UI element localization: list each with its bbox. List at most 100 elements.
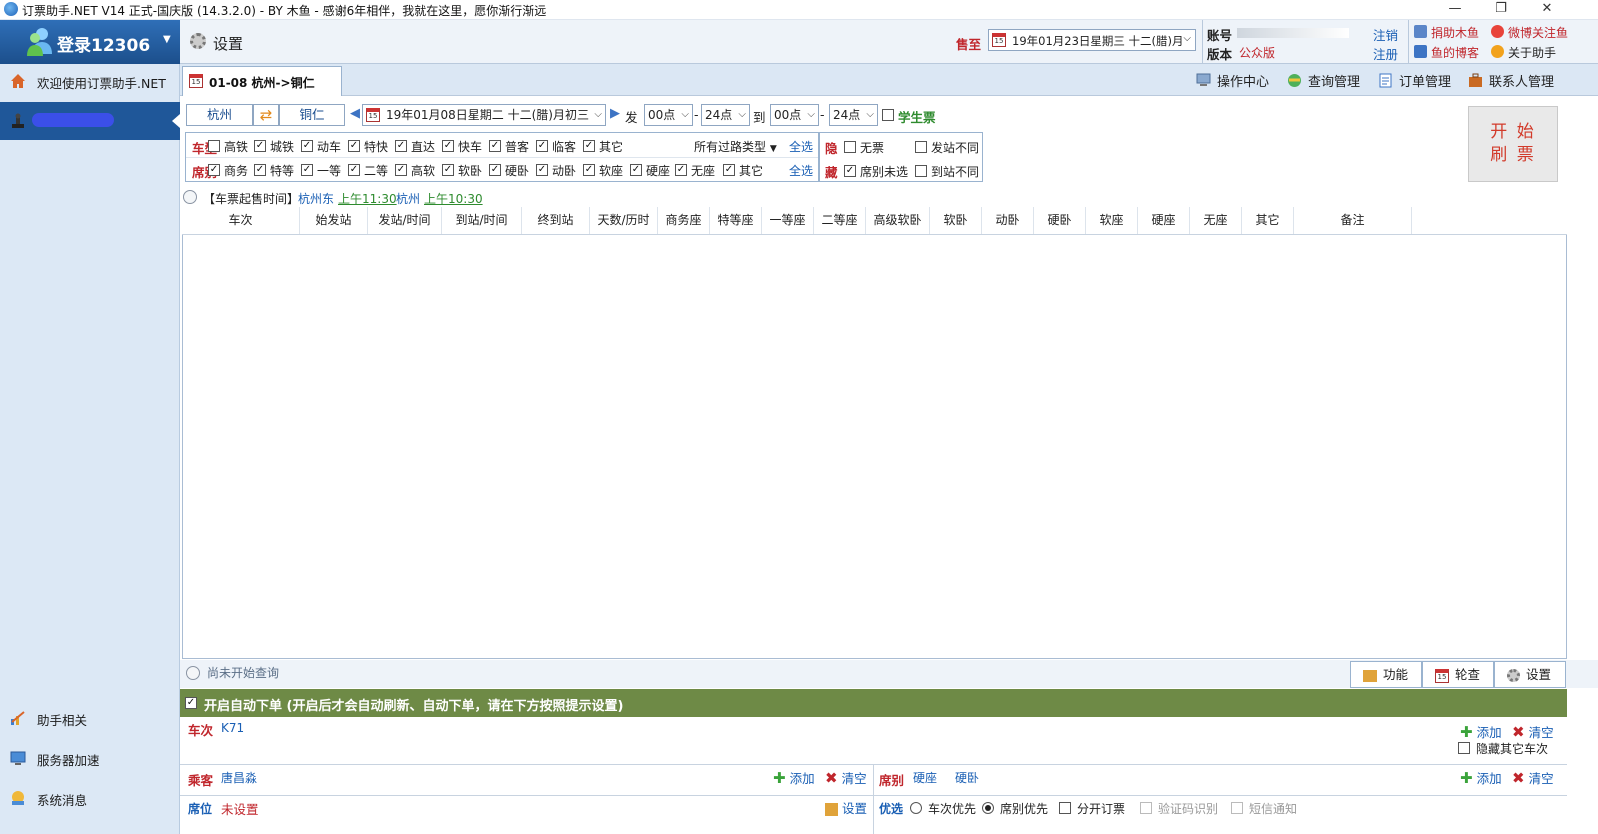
column-header[interactable]: 到站/时间 [442, 207, 522, 234]
column-header[interactable]: 特等座 [710, 207, 762, 234]
seat-class-checkbox[interactable]: ✓ [583, 164, 595, 176]
auto-order-checkbox[interactable]: ✓ [185, 697, 197, 709]
sms-checkbox[interactable] [1231, 802, 1243, 814]
logout-link[interactable]: 注销 [1373, 25, 1398, 44]
menu-query-management[interactable]: 查询管理 [1308, 71, 1360, 90]
depart-from-select[interactable]: 00点 ⌵ [644, 104, 693, 126]
prev-date-icon[interactable]: ◀ [350, 106, 360, 121]
login-button[interactable]: 登录12306 ▼ [0, 20, 180, 64]
hide-seat-unselected-checkbox[interactable]: ✓ [844, 165, 856, 177]
seat-class-checkbox[interactable]: ✓ [630, 164, 642, 176]
column-header[interactable]: 硬座 [1138, 207, 1190, 234]
route-type-select[interactable]: 所有过路类型 ▼ [694, 138, 777, 155]
priority-seat-radio[interactable] [982, 802, 994, 814]
seat-class-checkbox[interactable]: ✓ [301, 164, 313, 176]
type-select-all-link[interactable]: 全选 [789, 138, 813, 155]
train-type-checkbox[interactable]: ✓ [254, 140, 266, 152]
seat-clear-button[interactable]: ✖ 清空 [1512, 768, 1554, 787]
position-settings-button[interactable]: 设置 [825, 798, 867, 817]
train-type-checkbox[interactable] [208, 140, 220, 152]
sidebar-item-server[interactable]: 服务器加速 [0, 741, 180, 775]
sidebar-item-messages[interactable]: 系统消息 [0, 781, 180, 815]
train-clear-button[interactable]: ✖ 清空 [1512, 722, 1554, 741]
sale-time-1[interactable]: 上午11:30 [338, 190, 397, 207]
column-header[interactable]: 始发站 [300, 207, 368, 234]
swap-stations-icon[interactable]: ⇄ [253, 104, 279, 126]
depart-to-select[interactable]: 24点 ⌵ [701, 104, 750, 126]
column-header[interactable]: 一等座 [762, 207, 814, 234]
column-header[interactable]: 车次 [182, 207, 300, 234]
priority-train-radio[interactable] [910, 802, 922, 814]
seat-class-checkbox[interactable]: ✓ [395, 164, 407, 176]
chevron-down-icon[interactable]: ▼ [163, 34, 171, 45]
column-header[interactable]: 其它 [1242, 207, 1294, 234]
seat-class-checkbox[interactable]: ✓ [536, 164, 548, 176]
passenger-add-button[interactable]: ✚ 添加 [773, 768, 815, 787]
column-header[interactable]: 软卧 [930, 207, 982, 234]
restore-button[interactable]: ❐ [1478, 0, 1524, 20]
seat-select-all-link[interactable]: 全选 [789, 162, 813, 179]
menu-operation-center[interactable]: 操作中心 [1217, 71, 1269, 90]
next-date-icon[interactable]: ▶ [610, 106, 620, 121]
start-refresh-button[interactable]: 开 始 刷 票 [1468, 106, 1558, 182]
train-value[interactable]: K71 [221, 721, 244, 735]
sale-time-2[interactable]: 上午10:30 [424, 190, 483, 207]
seat-class-checkbox[interactable]: ✓ [675, 164, 687, 176]
register-link[interactable]: 注册 [1373, 44, 1398, 63]
column-header[interactable]: 无座 [1190, 207, 1242, 234]
seat-type-value-1[interactable]: 硬座 [913, 769, 937, 786]
hide-diff-to-checkbox[interactable] [915, 165, 927, 177]
column-header[interactable]: 终到站 [522, 207, 590, 234]
arrive-to-select[interactable]: 24点 ⌵ [829, 104, 878, 126]
seat-type-value-2[interactable]: 硬卧 [955, 769, 979, 786]
captcha-checkbox[interactable] [1140, 802, 1152, 814]
column-header[interactable]: 二等座 [814, 207, 866, 234]
hide-noticket-checkbox[interactable] [844, 141, 856, 153]
menu-contact-management[interactable]: 联系人管理 [1489, 71, 1554, 90]
donate-link[interactable]: 捐助木鱼 [1431, 24, 1479, 41]
hide-diff-from-checkbox[interactable] [915, 141, 927, 153]
seat-class-checkbox[interactable]: ✓ [208, 164, 220, 176]
weibo-link[interactable]: 微博关注鱼 [1508, 24, 1568, 41]
column-header[interactable]: 软座 [1086, 207, 1138, 234]
seat-class-checkbox[interactable]: ✓ [442, 164, 454, 176]
blog-link[interactable]: 鱼的博客 [1431, 44, 1479, 61]
column-header[interactable]: 动卧 [982, 207, 1034, 234]
column-header[interactable]: 发站/时间 [368, 207, 442, 234]
sidebar-item-helper[interactable]: 助手相关 [0, 701, 180, 735]
column-header[interactable]: 天数/历时 [590, 207, 658, 234]
hide-other-trains-checkbox[interactable] [1458, 742, 1470, 754]
passenger-clear-button[interactable]: ✖ 清空 [825, 768, 867, 787]
student-checkbox[interactable] [882, 109, 894, 121]
arrive-from-select[interactable]: 00点 ⌵ [770, 104, 819, 126]
position-value[interactable]: 未设置 [221, 799, 259, 818]
about-link[interactable]: 关于助手 [1508, 44, 1556, 61]
menu-order-management[interactable]: 订单管理 [1399, 71, 1451, 90]
to-station-input[interactable]: 铜仁 [279, 104, 345, 126]
seat-class-checkbox[interactable]: ✓ [723, 164, 735, 176]
train-type-checkbox[interactable]: ✓ [583, 140, 595, 152]
seat-class-checkbox[interactable]: ✓ [254, 164, 266, 176]
settings-button[interactable]: 设置 [180, 20, 280, 64]
sale-date-select[interactable]: 15 19年01月23日星期三 十二(腊)月 ⌵ [988, 29, 1196, 51]
train-type-checkbox[interactable]: ✓ [348, 140, 360, 152]
minimize-button[interactable]: — [1432, 0, 1478, 20]
function-button[interactable]: 功能 [1350, 661, 1422, 688]
poll-button[interactable]: 15 轮查 [1422, 661, 1494, 688]
from-station-input[interactable]: 杭州 [186, 104, 253, 126]
column-header[interactable]: 高级软卧 [866, 207, 930, 234]
train-type-checkbox[interactable]: ✓ [395, 140, 407, 152]
seat-class-checkbox[interactable]: ✓ [348, 164, 360, 176]
column-header[interactable]: 商务座 [658, 207, 710, 234]
sidebar-item-account[interactable] [0, 102, 180, 140]
train-type-checkbox[interactable]: ✓ [301, 140, 313, 152]
passenger-value[interactable]: 唐昌淼 [221, 769, 257, 786]
column-header[interactable]: 硬卧 [1034, 207, 1086, 234]
seat-add-button[interactable]: ✚ 添加 [1460, 768, 1502, 787]
date-select[interactable]: 15 19年01月08日星期二 十二(腊)月初三 ⌵ [362, 104, 606, 126]
train-type-checkbox[interactable]: ✓ [442, 140, 454, 152]
sidebar-item-welcome[interactable]: 欢迎使用订票助手.NET [0, 64, 180, 98]
train-add-button[interactable]: ✚ 添加 [1460, 722, 1502, 741]
status-settings-button[interactable]: 设置 [1494, 661, 1566, 688]
split-order-checkbox[interactable] [1059, 802, 1071, 814]
